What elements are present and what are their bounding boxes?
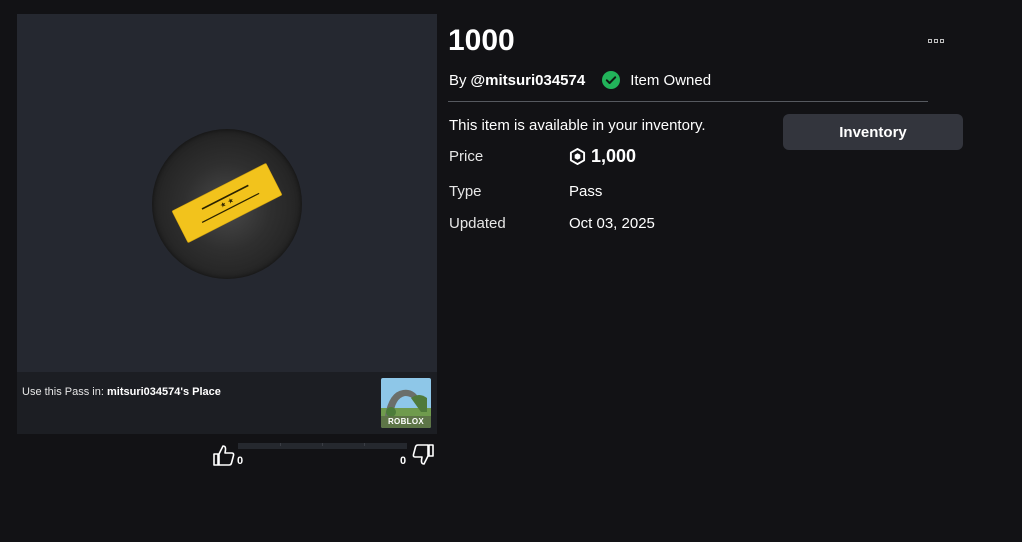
- creator-link[interactable]: @mitsuri034574: [471, 72, 586, 89]
- roblox-logo: ROBLOX: [381, 416, 431, 428]
- use-pass-text: Use this Pass in: mitsuri034574's Place: [22, 386, 221, 398]
- pass-image: ★ ★: [152, 129, 302, 279]
- by-label: By: [449, 71, 467, 89]
- robux-icon: [569, 147, 586, 165]
- price-amount: 1,000: [591, 145, 637, 166]
- vote-bar-tick: [280, 443, 281, 446]
- use-pass-prefix: Use this Pass in:: [22, 386, 107, 398]
- item-thumbnail-panel: ★ ★ Use this Pass in: mitsuri034574's Pl…: [17, 14, 437, 434]
- vote-ratio-bar: [238, 443, 407, 449]
- more-options-icon: [928, 39, 932, 43]
- more-options-button[interactable]: [924, 33, 948, 49]
- item-details-page: ★ ★ Use this Pass in: mitsuri034574's Pl…: [0, 0, 1022, 542]
- place-thumbnail[interactable]: ROBLOX: [381, 378, 431, 428]
- price-value: 1,000: [569, 145, 636, 167]
- more-options-icon: [934, 39, 938, 43]
- downvote-count: 0: [400, 455, 407, 467]
- type-label: Type: [449, 183, 482, 200]
- place-link[interactable]: mitsuri034574's Place: [107, 386, 221, 398]
- item-title: 1000: [448, 24, 515, 57]
- more-options-icon: [940, 39, 944, 43]
- vote-bar-tick: [364, 443, 365, 446]
- check-circle-icon: [602, 71, 621, 89]
- divider: [448, 101, 928, 102]
- updated-label: Updated: [449, 215, 506, 232]
- ticket-icon: ★ ★: [171, 163, 283, 243]
- inventory-button[interactable]: Inventory: [783, 114, 963, 150]
- creator-row: By @mitsuri034574 Item Owned: [449, 70, 711, 90]
- availability-text: This item is available in your inventory…: [449, 117, 706, 134]
- type-value: Pass: [569, 183, 603, 200]
- updated-value: Oct 03, 2025: [569, 215, 655, 232]
- vote-bar-tick: [322, 443, 323, 446]
- upvote-count: 0: [237, 455, 244, 467]
- item-owned-label: Item Owned: [630, 71, 712, 89]
- use-pass-bar: Use this Pass in: mitsuri034574's Place …: [17, 372, 437, 434]
- price-label: Price: [449, 148, 484, 165]
- thumbs-up-icon[interactable]: [212, 443, 236, 467]
- thumbs-down-icon[interactable]: [411, 443, 435, 467]
